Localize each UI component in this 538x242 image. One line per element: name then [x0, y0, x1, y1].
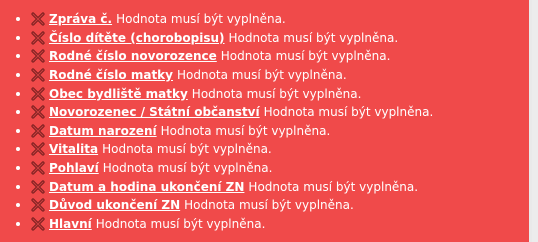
field-link[interactable]: Rodné číslo matky: [49, 66, 173, 84]
field-link[interactable]: Pohlaví: [49, 159, 99, 177]
bullet: [16, 54, 20, 59]
field-link[interactable]: Rodné číslo novorozence: [49, 47, 217, 65]
field-link[interactable]: Datum narození: [49, 122, 157, 140]
error-x-icon: [31, 12, 45, 26]
bullet: [16, 17, 20, 22]
error-message: Hodnota musí být vyplněna.: [220, 49, 391, 64]
bullet: [16, 203, 20, 208]
field-link[interactable]: Důvod ukončení ZN: [49, 196, 180, 214]
error-item: Hlavní Hodnota musí být vyplněna.: [16, 215, 529, 234]
error-message: Hodnota musí být vyplněna.: [102, 161, 273, 176]
bullet: [16, 91, 20, 96]
bullet: [16, 73, 20, 78]
bullet: [16, 221, 20, 226]
error-item: Rodné číslo novorozence Hodnota musí být…: [16, 47, 529, 66]
error-item: Novorozenec / Státní občanství Hodnota m…: [16, 103, 529, 122]
error-x-icon: [31, 49, 45, 64]
error-x-icon: [31, 161, 45, 175]
error-item: Datum narození Hodnota musí být vyplněna…: [16, 122, 529, 141]
error-message: Hodnota musí být vyplněna.: [191, 86, 362, 101]
error-item: Zpráva č. Hodnota musí být vyplněna.: [16, 10, 529, 29]
bullet: [16, 110, 20, 115]
field-link[interactable]: Obec bydliště matky: [49, 85, 188, 103]
field-link[interactable]: Zpráva č.: [49, 10, 112, 28]
error-x-icon: [31, 31, 45, 45]
error-message: Hodnota musí být vyplněna.: [160, 123, 331, 138]
error-item: Datum a hodina ukončení ZN Hodnota musí …: [16, 177, 529, 196]
error-message: Hodnota musí být vyplněna.: [176, 68, 347, 83]
error-x-icon: [31, 68, 45, 82]
field-link[interactable]: Hlavní: [49, 215, 92, 233]
error-x-icon: [31, 124, 45, 138]
error-message: Hodnota musí být vyplněna.: [95, 216, 266, 231]
bullet: [16, 166, 20, 171]
error-item: Obec bydliště matky Hodnota musí být vyp…: [16, 84, 529, 103]
error-item: Rodné číslo matky Hodnota musí být vypln…: [16, 66, 529, 85]
error-item: Pohlaví Hodnota musí být vyplněna.: [16, 159, 529, 178]
error-message: Hodnota musí být vyplněna.: [116, 12, 286, 27]
field-link[interactable]: Datum a hodina ukončení ZN: [49, 178, 244, 196]
error-message: Hodnota musí být vyplněna.: [263, 105, 434, 120]
error-message: Hodnota musí být vyplněna.: [248, 179, 419, 194]
field-link[interactable]: Vitalita: [49, 140, 98, 158]
error-x-icon: [31, 198, 45, 212]
error-x-icon: [31, 180, 45, 194]
error-list: Zpráva č. Hodnota musí být vyplněna. Čís…: [0, 10, 529, 233]
bullet: [16, 35, 20, 40]
field-link[interactable]: Číslo dítěte (chorobopisu): [49, 29, 224, 47]
bullet: [16, 184, 20, 189]
error-item: Číslo dítěte (chorobopisu) Hodnota musí …: [16, 29, 529, 48]
error-item: Důvod ukončení ZN Hodnota musí být vypln…: [16, 196, 529, 215]
error-x-icon: [31, 105, 45, 119]
error-x-icon: [31, 217, 45, 231]
error-x-icon: [31, 142, 45, 157]
bullet: [16, 147, 20, 152]
error-message: Hodnota musí být vyplněna.: [228, 30, 399, 45]
error-message: Hodnota musí být vyplněna.: [102, 142, 272, 157]
field-link[interactable]: Novorozenec / Státní občanství: [49, 103, 260, 121]
error-item: Vitalita Hodnota musí být vyplněna.: [16, 140, 529, 159]
bullet: [16, 128, 20, 133]
page-edge: [532, 0, 538, 242]
error-message: Hodnota musí být vyplněna.: [184, 198, 354, 213]
validation-error-panel: Zpráva č. Hodnota musí být vyplněna. Čís…: [0, 0, 532, 242]
error-x-icon: [31, 87, 45, 101]
